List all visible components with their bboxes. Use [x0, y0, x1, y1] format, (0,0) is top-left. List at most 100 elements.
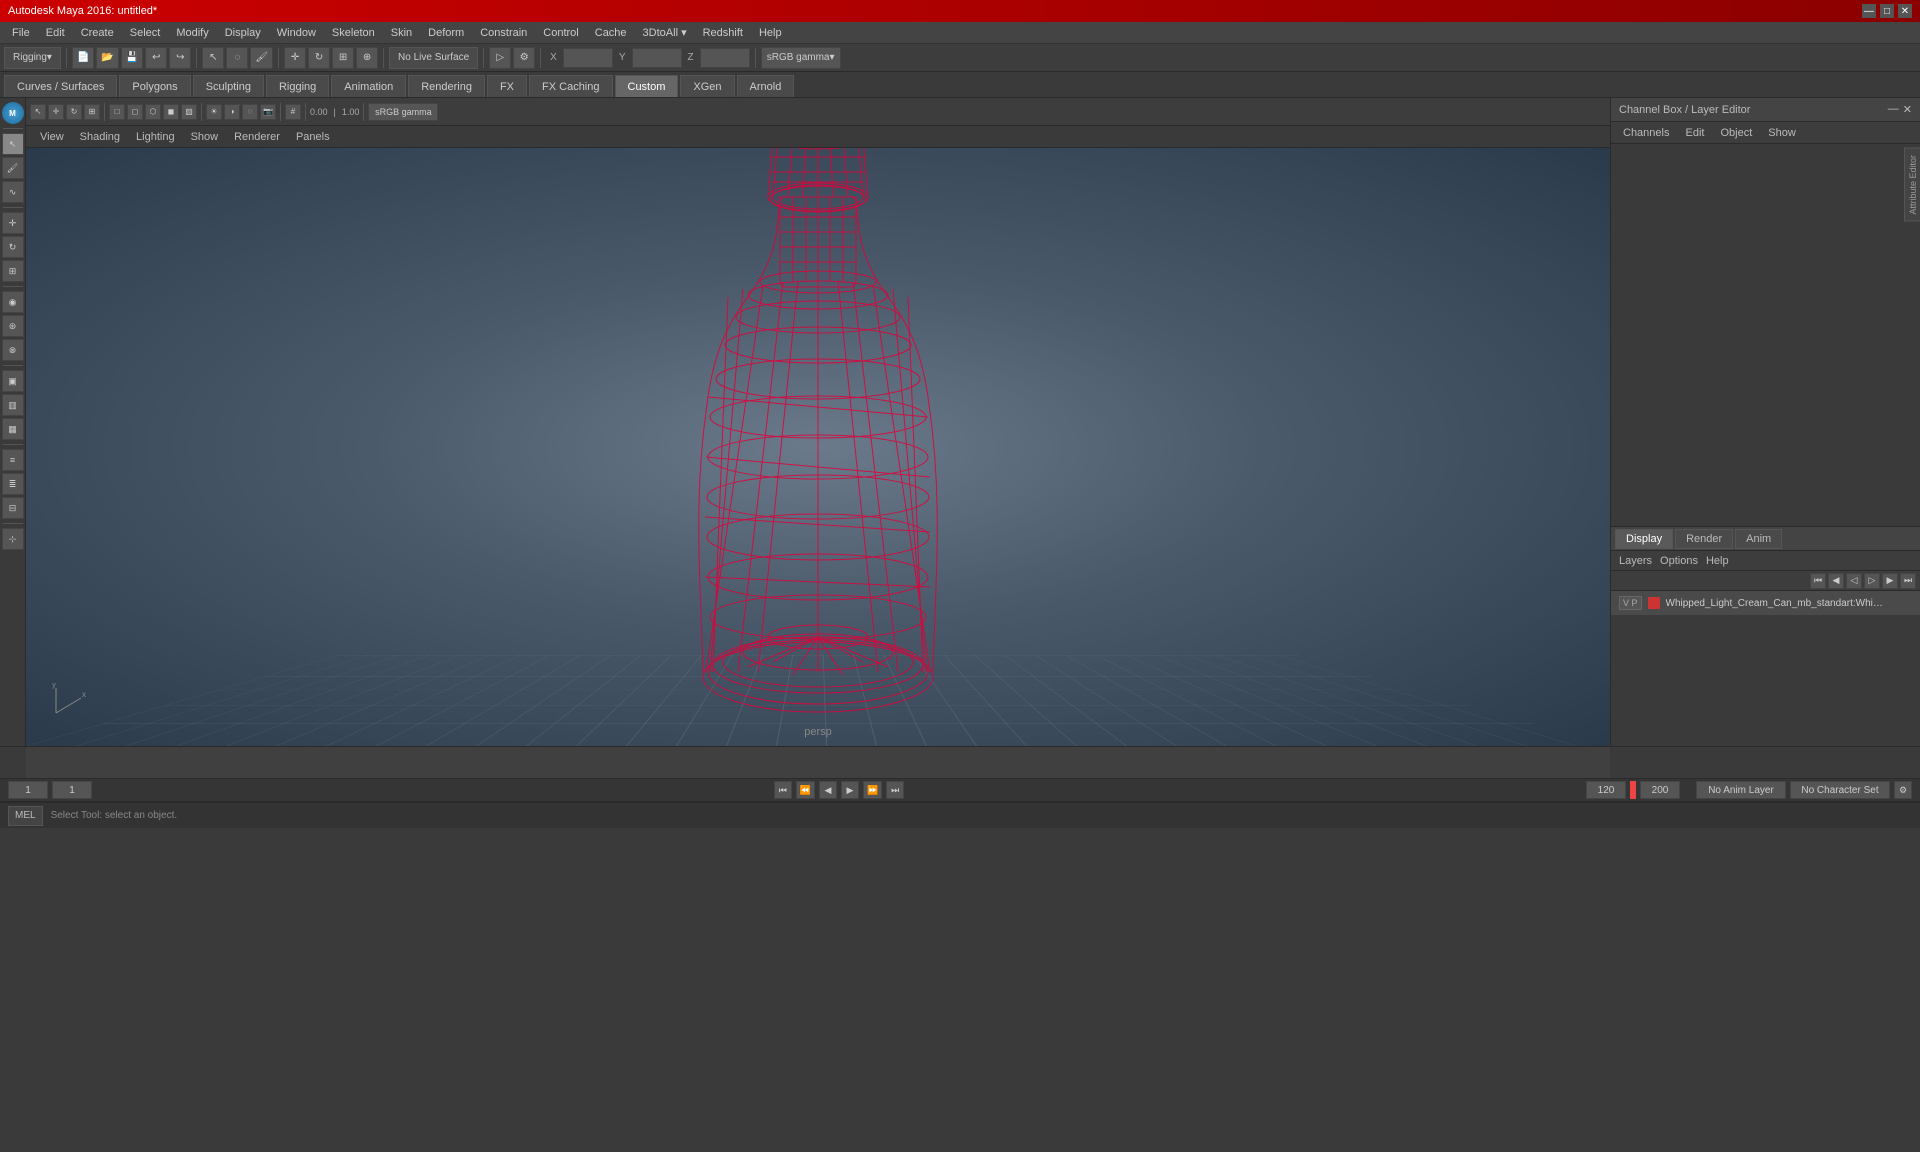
move-tool-btn[interactable]: ✛ [2, 212, 24, 234]
vp-move-btn[interactable]: ✛ [48, 104, 64, 120]
skip-to-end-btn[interactable]: ⏭ [886, 781, 904, 799]
tab-rigging[interactable]: Rigging [266, 75, 329, 97]
soft-mod-btn[interactable]: ◉ [2, 291, 24, 313]
select-btn[interactable]: ↖ [202, 47, 224, 69]
brush-tool-btn[interactable]: ∿ [2, 181, 24, 203]
undo-btn[interactable]: ↩ [145, 47, 167, 69]
close-button[interactable]: ✕ [1898, 4, 1912, 18]
paint-sel-btn[interactable]: 🖌 [250, 47, 273, 69]
play-back-btn[interactable]: ◀ [819, 781, 837, 799]
tab-object[interactable]: Object [1716, 125, 1756, 141]
attr-editor-side-tab[interactable]: Attribute Editor [1904, 148, 1920, 222]
display2-btn[interactable]: ▥ [2, 394, 24, 416]
tab-edit[interactable]: Edit [1681, 125, 1708, 141]
channel-box-close[interactable]: ✕ [1903, 103, 1912, 116]
menu-select[interactable]: Select [122, 25, 169, 41]
maximize-button[interactable]: □ [1880, 4, 1894, 18]
vp-poly-btn[interactable]: □ [109, 104, 125, 120]
layer-tab-anim[interactable]: Anim [1735, 529, 1782, 549]
vp-menu-show[interactable]: Show [185, 129, 225, 145]
menu-skin[interactable]: Skin [383, 25, 420, 41]
scale-btn[interactable]: ⊞ [332, 47, 354, 69]
render-btn[interactable]: ▷ [489, 47, 511, 69]
no-live-surface-btn[interactable]: No Live Surface [389, 47, 478, 69]
render-settings-btn[interactable]: ⚙ [513, 47, 535, 69]
frame-current-field[interactable]: 1 [52, 781, 92, 799]
menu-control[interactable]: Control [535, 25, 586, 41]
layer-menu-options[interactable]: Options [1660, 555, 1698, 567]
menu-help[interactable]: Help [751, 25, 790, 41]
layer-btn[interactable]: ≡ [2, 449, 24, 471]
redo-btn[interactable]: ↪ [169, 47, 191, 69]
coord-x-field[interactable] [563, 48, 613, 68]
char-set-btn[interactable]: ⚙ [1894, 781, 1912, 799]
vp-scale-btn[interactable]: ⊞ [84, 104, 100, 120]
new-scene-btn[interactable]: 📄 [72, 47, 94, 69]
frame-end-field[interactable]: 120 [1586, 781, 1626, 799]
anim-end-field[interactable]: 200 [1640, 781, 1680, 799]
mel-field[interactable]: MEL [8, 806, 43, 826]
layer-menu-help[interactable]: Help [1706, 555, 1729, 567]
vp-light-btn[interactable]: ☀ [206, 104, 222, 120]
menu-redshift[interactable]: Redshift [695, 25, 751, 41]
menu-cache[interactable]: Cache [587, 25, 635, 41]
minimize-button[interactable]: — [1862, 4, 1876, 18]
coord-z-field[interactable] [700, 48, 750, 68]
rotate-btn[interactable]: ↻ [308, 47, 330, 69]
vp-wire-btn[interactable]: ⬡ [145, 104, 161, 120]
select-tool-btn[interactable]: ↖ [2, 133, 24, 155]
vp-solid-btn[interactable]: ◼ [163, 104, 179, 120]
layer-prev-btn[interactable]: ◀ [1828, 573, 1844, 589]
misc-btn[interactable]: ⊹ [2, 528, 24, 550]
menu-file[interactable]: File [4, 25, 38, 41]
cluster-btn[interactable]: ⊛ [2, 315, 24, 337]
vp-menu-view[interactable]: View [34, 129, 70, 145]
tab-fx[interactable]: FX [487, 75, 527, 97]
layer-skip-start-btn[interactable]: ⏮ [1810, 573, 1826, 589]
tab-sculpting[interactable]: Sculpting [193, 75, 264, 97]
range-slider[interactable] [1630, 781, 1636, 799]
menu-constrain[interactable]: Constrain [472, 25, 535, 41]
paint-tool-btn[interactable]: 🖌 [2, 157, 24, 179]
save-btn[interactable]: 💾 [121, 47, 143, 69]
layer-skip-end-btn[interactable]: ⏭ [1900, 573, 1916, 589]
frame-start-field[interactable]: 1 [8, 781, 48, 799]
vp-xray-btn[interactable]: ◌ [242, 104, 258, 120]
tab-channels[interactable]: Channels [1619, 125, 1673, 141]
timeline-ruler[interactable] [26, 747, 1610, 779]
no-anim-layer-field[interactable]: No Anim Layer [1696, 781, 1786, 799]
scale-tool-btn[interactable]: ⊞ [2, 260, 24, 282]
tab-custom[interactable]: Custom [615, 75, 679, 97]
tab-curves-surfaces[interactable]: Curves / Surfaces [4, 75, 117, 97]
menu-edit[interactable]: Edit [38, 25, 73, 41]
rotate-tool-btn[interactable]: ↻ [2, 236, 24, 258]
tab-rendering[interactable]: Rendering [408, 75, 485, 97]
vp-select-btn[interactable]: ↖ [30, 104, 46, 120]
workspace-dropdown[interactable]: Rigging ▾ [4, 47, 61, 69]
display3-btn[interactable]: ▦ [2, 418, 24, 440]
menu-modify[interactable]: Modify [168, 25, 216, 41]
display-btn[interactable]: ▣ [2, 370, 24, 392]
tab-xgen[interactable]: XGen [680, 75, 734, 97]
layer-tab-display[interactable]: Display [1615, 529, 1673, 549]
gamma-dropdown[interactable]: sRGB gamma ▾ [761, 47, 841, 69]
vp-menu-panels[interactable]: Panels [290, 129, 336, 145]
open-btn[interactable]: 📂 [96, 47, 118, 69]
tab-animation[interactable]: Animation [331, 75, 406, 97]
vp-menu-renderer[interactable]: Renderer [228, 129, 286, 145]
tab-fx-caching[interactable]: FX Caching [529, 75, 612, 97]
no-char-set-field[interactable]: No Character Set [1790, 781, 1890, 799]
skip-to-start-btn[interactable]: ⏮ [774, 781, 792, 799]
menu-create[interactable]: Create [73, 25, 122, 41]
channel-box-minimize[interactable]: — [1888, 103, 1899, 116]
timeline[interactable] [0, 746, 1920, 778]
layer3-btn[interactable]: ⊟ [2, 497, 24, 519]
vp-menu-shading[interactable]: Shading [74, 129, 126, 145]
viewport-canvas[interactable]: persp x y [26, 148, 1610, 746]
vp-rotate-btn[interactable]: ↻ [66, 104, 82, 120]
layer-tab-render[interactable]: Render [1675, 529, 1733, 549]
step-forward-btn[interactable]: ⏩ [863, 781, 882, 799]
layer-next-btn[interactable]: ▷ [1864, 573, 1880, 589]
step-back-btn[interactable]: ⏪ [796, 781, 815, 799]
move-btn[interactable]: ✛ [284, 47, 306, 69]
